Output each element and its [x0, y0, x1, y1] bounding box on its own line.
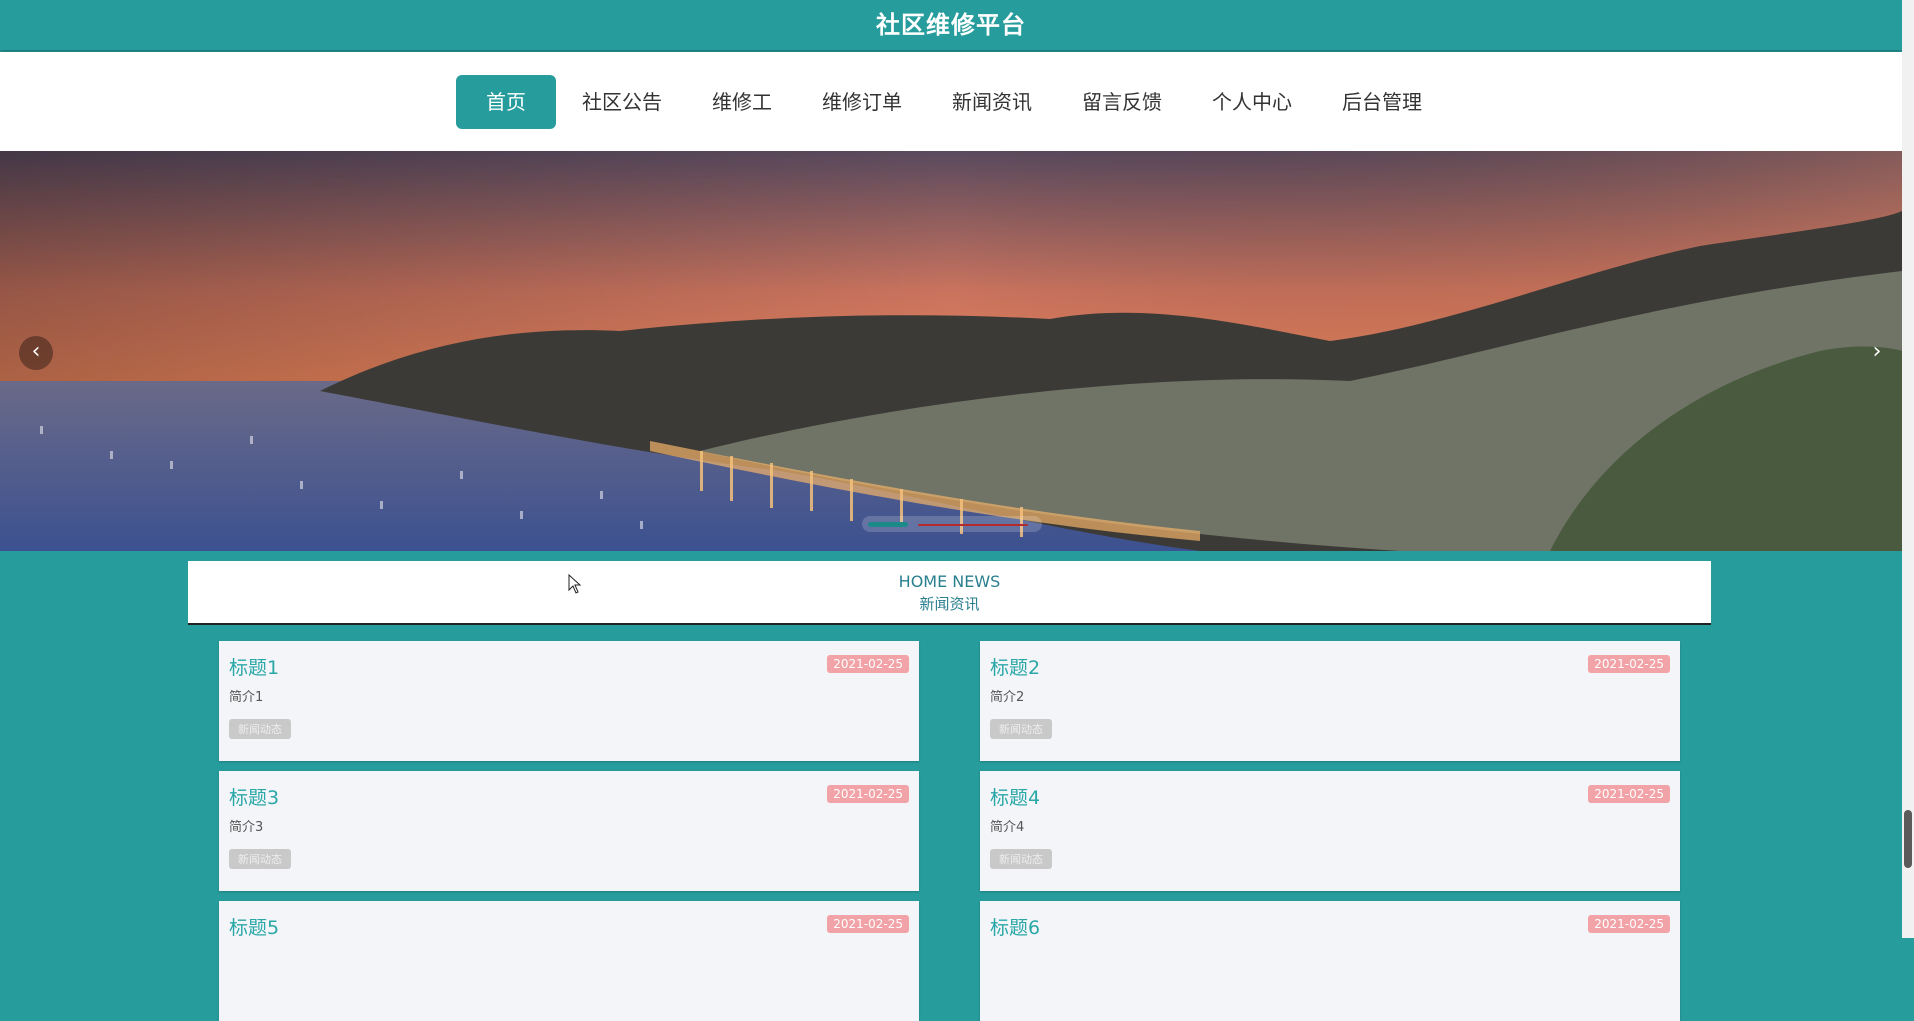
main-nav: 首页 社区公告 维修工 维修订单 新闻资讯 留言反馈 个人中心 后台管理 — [0, 52, 1902, 151]
news-card-title[interactable]: 标题5 — [229, 913, 279, 940]
news-card-summary: 简介1 — [229, 690, 264, 705]
news-card-date-badge: 2021-02-25 — [1588, 915, 1670, 933]
news-card-summary: 简介2 — [990, 690, 1025, 705]
news-card-date-badge: 2021-02-25 — [1588, 655, 1670, 673]
news-card-title[interactable]: 标题3 — [229, 783, 279, 810]
news-card-tag: 新闻动态 — [990, 849, 1052, 869]
carousel-indicators — [862, 516, 1042, 532]
news-card-date-badge: 2021-02-25 — [827, 785, 909, 803]
chevron-right-icon: › — [1872, 339, 1882, 364]
news-card[interactable]: 标题3 2021-02-25 简介3 新闻动态 — [219, 771, 919, 891]
news-card-title[interactable]: 标题6 — [990, 913, 1040, 940]
nav-item-announcements[interactable]: 社区公告 — [558, 75, 686, 129]
nav-item-profile[interactable]: 个人中心 — [1188, 75, 1316, 129]
hero-carousel[interactable]: ‹ › — [0, 151, 1902, 551]
mouse-cursor-icon — [568, 574, 582, 594]
page-scrollbar[interactable] — [1902, 0, 1914, 938]
news-card-date-badge: 2021-02-25 — [827, 915, 909, 933]
scrollbar-thumb[interactable] — [1904, 810, 1912, 868]
carousel-indicator-active[interactable] — [868, 522, 908, 527]
nav-item-home[interactable]: 首页 — [456, 74, 556, 129]
news-card-date-badge: 2021-02-25 — [1588, 785, 1670, 803]
news-card[interactable]: 标题5 2021-02-25 — [219, 901, 919, 1021]
news-card-title[interactable]: 标题4 — [990, 783, 1040, 810]
carousel-prev-button[interactable]: ‹ — [19, 336, 53, 370]
news-card-title[interactable]: 标题1 — [229, 653, 279, 680]
carousel-indicator[interactable] — [918, 524, 1028, 526]
news-card-summary: 简介3 — [229, 820, 264, 835]
news-card-tag: 新闻动态 — [990, 719, 1052, 739]
news-card-title[interactable]: 标题2 — [990, 653, 1040, 680]
banner-image — [0, 151, 1902, 551]
carousel-next-button[interactable]: › — [1860, 336, 1894, 370]
nav-item-repairmen[interactable]: 维修工 — [688, 75, 796, 129]
news-card-summary: 简介4 — [990, 820, 1025, 835]
nav-item-feedback[interactable]: 留言反馈 — [1058, 75, 1186, 129]
nav-item-admin[interactable]: 后台管理 — [1318, 75, 1446, 129]
news-card-tag: 新闻动态 — [229, 719, 291, 739]
chevron-left-icon: ‹ — [31, 339, 41, 364]
news-card[interactable]: 标题6 2021-02-25 — [980, 901, 1680, 1021]
nav-item-repair-orders[interactable]: 维修订单 — [798, 75, 926, 129]
section-heading-cn: 新闻资讯 — [919, 595, 980, 613]
nav-item-news[interactable]: 新闻资讯 — [928, 75, 1056, 129]
news-card[interactable]: 标题1 2021-02-25 简介1 新闻动态 — [219, 641, 919, 761]
news-section-header: HOME NEWS 新闻资讯 — [188, 561, 1711, 625]
news-card-date-badge: 2021-02-25 — [827, 655, 909, 673]
news-card-tag: 新闻动态 — [229, 849, 291, 869]
site-title: 社区维修平台 — [876, 11, 1026, 39]
section-heading-en: HOME NEWS — [898, 572, 1001, 591]
news-card[interactable]: 标题2 2021-02-25 简介2 新闻动态 — [980, 641, 1680, 761]
news-card[interactable]: 标题4 2021-02-25 简介4 新闻动态 — [980, 771, 1680, 891]
site-header: 社区维修平台 — [0, 0, 1902, 50]
